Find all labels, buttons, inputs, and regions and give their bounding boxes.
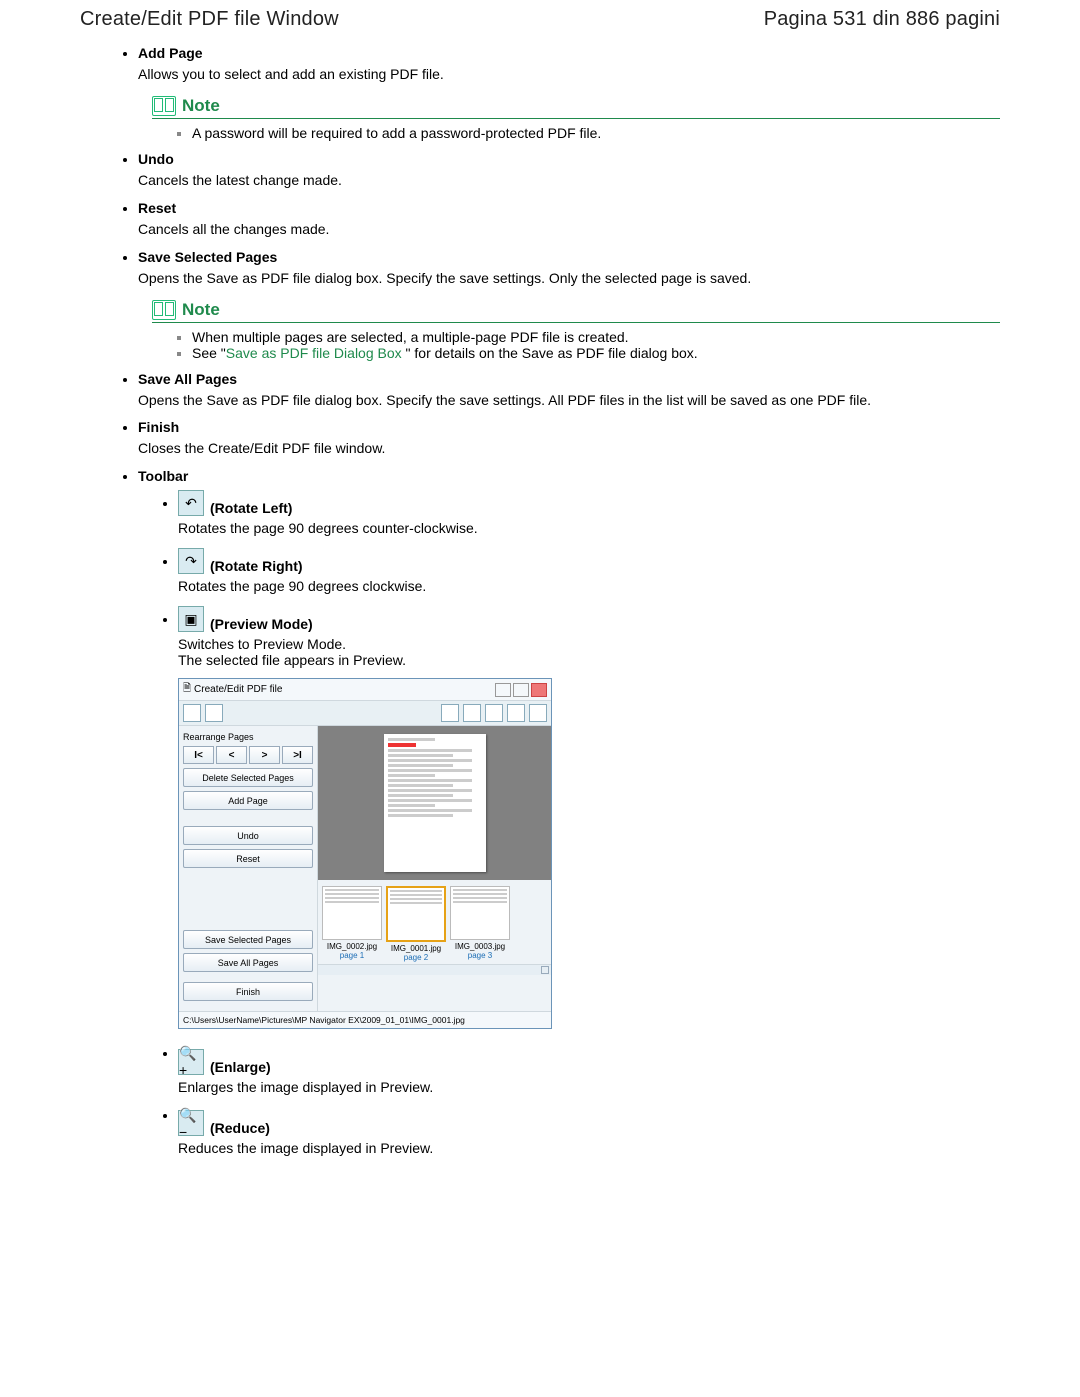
note2-suffix: " for details on the Save as PDF file di…: [406, 345, 698, 361]
rotate-left-title: (Rotate Left): [210, 500, 292, 516]
ss-rearrange-label: Rearrange Pages: [183, 732, 313, 742]
enlarge-title: (Enlarge): [210, 1059, 271, 1075]
ss-thumb-1: IMG_0002.jpg page 1: [322, 886, 382, 962]
preview-mode-desc1: Switches to Preview Mode.: [178, 636, 1000, 652]
reduce-icon: 🔍−: [178, 1110, 204, 1136]
ss-thumb-1-page: page 1: [322, 951, 382, 960]
heading-undo: Undo: [138, 151, 1000, 167]
reduce-title: (Reduce): [210, 1120, 270, 1136]
note-box-2: Note When multiple pages are selected, a…: [152, 300, 1000, 361]
desc-undo: Cancels the latest change made.: [138, 171, 1000, 190]
enlarge-desc: Enlarges the image displayed in Preview.: [178, 1079, 1000, 1095]
heading-add-page: Add Page: [138, 45, 1000, 61]
ss-thumb-3-page: page 3: [450, 951, 510, 960]
note1-line1: A password will be required to add a pas…: [192, 125, 1000, 141]
ss-zoom-in-icon: [441, 704, 459, 722]
ss-preview-area: [318, 726, 551, 880]
ss-thumb-2-file: IMG_0001.jpg: [386, 944, 446, 953]
desc-reset: Cancels all the changes made.: [138, 220, 1000, 239]
ss-thumb-icon: [507, 704, 525, 722]
ss-save-all-button: Save All Pages: [183, 953, 313, 972]
ss-other-icon: [529, 704, 547, 722]
page-title: Create/Edit PDF file Window: [80, 8, 339, 31]
desc-save-all: Opens the Save as PDF file dialog box. S…: [138, 391, 1000, 410]
ss-thumb-3: IMG_0003.jpg page 3: [450, 886, 510, 962]
note2-prefix: See ": [192, 345, 226, 361]
preview-mode-desc2: The selected file appears in Preview.: [178, 652, 1000, 668]
ss-zoom-out-icon: [463, 704, 481, 722]
heading-finish: Finish: [138, 419, 1000, 435]
heading-toolbar: Toolbar: [138, 468, 1000, 484]
ss-thumbnails: IMG_0002.jpg page 1 IMG_0001.jpg page 2: [318, 880, 551, 964]
page-number: Pagina 531 din 886 pagini: [764, 8, 1000, 31]
ss-preview-icon: [485, 704, 503, 722]
ss-delete-button: Delete Selected Pages: [183, 768, 313, 787]
ss-thumb-2-page: page 2: [386, 953, 446, 962]
desc-add-page: Allows you to select and add an existing…: [138, 65, 1000, 84]
note2-line1: When multiple pages are selected, a mult…: [192, 329, 1000, 345]
desc-save-selected: Opens the Save as PDF file dialog box. S…: [138, 269, 1000, 288]
rotate-right-desc: Rotates the page 90 degrees clockwise.: [178, 578, 1000, 594]
rotate-right-icon: ↷: [178, 548, 204, 574]
ss-finish-button: Finish: [183, 982, 313, 1001]
ss-rotate-right-icon: [205, 704, 223, 722]
note-heading: Note: [182, 300, 220, 320]
heading-save-all: Save All Pages: [138, 371, 1000, 387]
ss-thumb-2-selected: IMG_0001.jpg page 2: [386, 886, 446, 962]
heading-reset: Reset: [138, 200, 1000, 216]
ss-reset-button: Reset: [183, 849, 313, 868]
ss-nav-first: I<: [183, 746, 214, 764]
note-heading: Note: [182, 96, 220, 116]
ss-nav-next: >: [249, 746, 280, 764]
note-icon: [152, 96, 176, 116]
desc-finish: Closes the Create/Edit PDF file window.: [138, 439, 1000, 458]
rotate-left-desc: Rotates the page 90 degrees counter-cloc…: [178, 520, 1000, 536]
window-controls: [495, 683, 547, 697]
enlarge-icon: 🔍+: [178, 1049, 204, 1075]
window-icon: 🗎: [183, 681, 191, 698]
ss-undo-button: Undo: [183, 826, 313, 845]
ss-thumb-1-file: IMG_0002.jpg: [322, 942, 382, 951]
rotate-left-icon: ↶: [178, 490, 204, 516]
save-as-pdf-dialog-link[interactable]: Save as PDF file Dialog Box: [226, 345, 406, 361]
preview-mode-title: (Preview Mode): [210, 616, 313, 632]
ss-add-button: Add Page: [183, 791, 313, 810]
ss-nav-last: >I: [282, 746, 313, 764]
ss-scrollbar: [318, 964, 551, 975]
ss-save-selected-button: Save Selected Pages: [183, 930, 313, 949]
ss-thumb-3-file: IMG_0003.jpg: [450, 942, 510, 951]
heading-save-selected: Save Selected Pages: [138, 249, 1000, 265]
note-box-1: Note A password will be required to add …: [152, 96, 1000, 141]
note2-line2: See "Save as PDF file Dialog Box " for d…: [192, 345, 1000, 361]
reduce-desc: Reduces the image displayed in Preview.: [178, 1140, 1000, 1156]
window-title: Create/Edit PDF file: [194, 684, 282, 695]
note-icon: [152, 300, 176, 320]
screenshot-create-edit-pdf: 🗎 Create/Edit PDF file Rearrange Pages: [178, 678, 552, 1029]
ss-path: C:\Users\UserName\Pictures\MP Navigator …: [179, 1011, 551, 1028]
rotate-right-title: (Rotate Right): [210, 558, 303, 574]
ss-nav-prev: <: [216, 746, 247, 764]
ss-rotate-left-icon: [183, 704, 201, 722]
preview-mode-icon: ▣: [178, 606, 204, 632]
